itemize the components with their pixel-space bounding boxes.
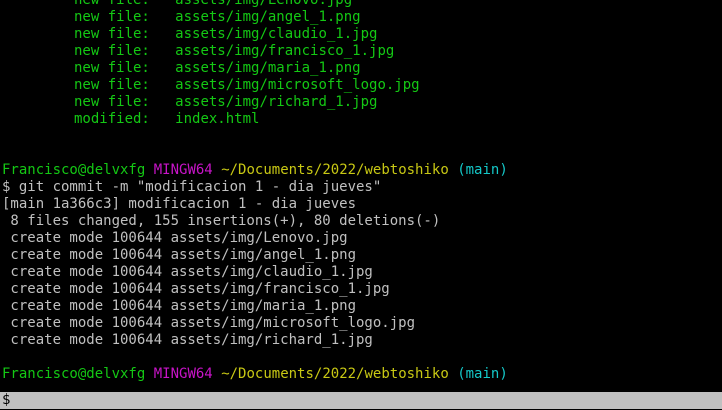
status-line: new file: assets/img/microsoft_logo.jpg	[74, 77, 420, 93]
prompt-cwd: ~/Documents/2022/webtoshiko	[221, 162, 449, 178]
prompt-branch: (main)	[457, 366, 508, 382]
terminal-output: new file: assets/img/Lenovo.jpg new file…	[0, 0, 722, 383]
prompt-user-host: Francisco@delvxfg	[2, 366, 146, 382]
create-line: create mode 100644 assets/img/richard_1.…	[2, 332, 373, 348]
create-line: create mode 100644 assets/img/maria_1.pn…	[2, 298, 357, 314]
create-line: create mode 100644 assets/img/Lenovo.jpg	[2, 230, 348, 246]
create-line: create mode 100644 assets/img/claudio_1.…	[2, 264, 373, 280]
shell-prompt: Francisco@delvxfg MINGW64 ~/Documents/20…	[0, 366, 722, 383]
status-line: new file: assets/img/richard_1.jpg	[74, 94, 378, 110]
input-prompt-char: $	[2, 392, 11, 408]
command-input-line[interactable]: $	[0, 392, 722, 409]
changes-summary: 8 files changed, 155 insertions(+), 80 d…	[2, 213, 441, 229]
command-line: $ git commit -m "modificacion 1 - dia ju…	[2, 179, 382, 195]
status-line: new file: assets/img/angel_1.png	[74, 9, 361, 25]
prompt-cwd: ~/Documents/2022/webtoshiko	[221, 366, 449, 382]
prompt-env: MINGW64	[153, 162, 213, 178]
status-line: modified: index.html	[74, 111, 260, 127]
status-line: new file: assets/img/maria_1.png	[74, 60, 361, 76]
status-line: new file: assets/img/Lenovo.jpg	[74, 0, 353, 8]
status-line: new file: assets/img/francisco_1.jpg	[74, 43, 395, 59]
create-line: create mode 100644 assets/img/francisco_…	[2, 281, 390, 297]
prompt-user-host: Francisco@delvxfg	[2, 162, 146, 178]
status-line: new file: assets/img/claudio_1.jpg	[74, 26, 378, 42]
prompt-env: MINGW64	[153, 366, 213, 382]
prompt-branch: (main)	[457, 162, 508, 178]
commit-summary: [main 1a366c3] modificacion 1 - dia juev…	[2, 196, 357, 212]
create-line: create mode 100644 assets/img/microsoft_…	[2, 315, 416, 331]
create-line: create mode 100644 assets/img/angel_1.pn…	[2, 247, 357, 263]
shell-prompt: Francisco@delvxfg MINGW64 ~/Documents/20…	[0, 162, 722, 179]
